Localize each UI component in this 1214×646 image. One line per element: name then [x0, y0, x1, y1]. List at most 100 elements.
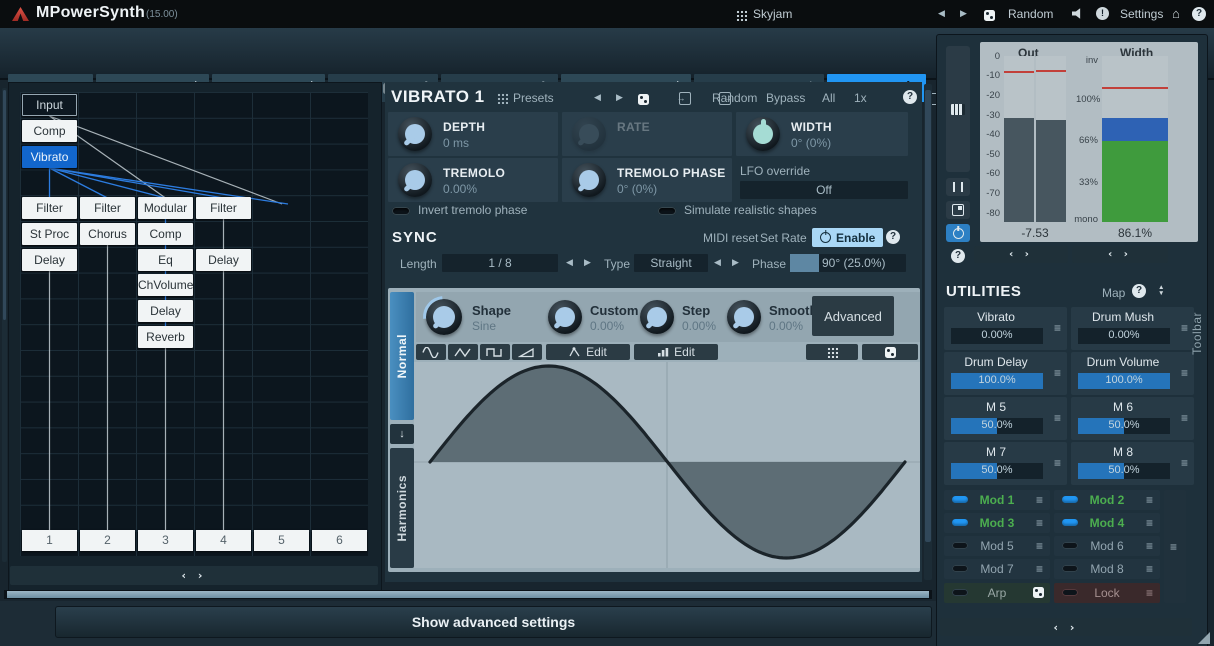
- matrix-hscroll-button[interactable]: ‹ ›: [10, 566, 378, 585]
- midi-reset-button[interactable]: MIDI reset: [703, 231, 758, 245]
- custom-knob[interactable]: [548, 300, 582, 334]
- help-icon[interactable]: ?: [886, 230, 900, 244]
- depth-knob[interactable]: [398, 117, 432, 151]
- lock-row[interactable]: Lock≡: [1054, 583, 1160, 603]
- node-eq[interactable]: Eq: [138, 249, 193, 271]
- scrollbar-thumb[interactable]: [3, 90, 6, 320]
- shape-knob[interactable]: [426, 299, 462, 335]
- slider-track[interactable]: 50.0%: [951, 418, 1043, 434]
- layout-button[interactable]: [946, 201, 970, 219]
- mod-7-row[interactable]: Mod 7≡: [944, 559, 1050, 579]
- dice-icon[interactable]: [638, 94, 649, 105]
- menu-icon[interactable]: ≡: [1036, 562, 1043, 576]
- resize-handle[interactable]: [1198, 632, 1210, 644]
- menu-icon[interactable]: ≡: [1181, 321, 1188, 335]
- mod-5-row[interactable]: Mod 5≡: [944, 536, 1050, 556]
- menu-icon[interactable]: ≡: [1146, 562, 1153, 576]
- node-chvolume[interactable]: ChVolume: [138, 274, 193, 296]
- slider-track[interactable]: 50.0%: [1078, 418, 1170, 434]
- preset-name[interactable]: Skyjam: [753, 7, 792, 21]
- tab-harmonics[interactable]: Harmonics: [390, 448, 414, 568]
- node-delay[interactable]: Delay: [196, 249, 251, 271]
- invert-tremolo-toggle[interactable]: [392, 207, 410, 215]
- output-slot-3[interactable]: 3: [138, 530, 193, 551]
- menu-icon[interactable]: ≡: [1146, 516, 1153, 530]
- step-knob[interactable]: [640, 300, 674, 334]
- node-comp[interactable]: Comp: [22, 120, 77, 142]
- edit-envelope-button[interactable]: Edit: [546, 344, 630, 360]
- sync-enable-button[interactable]: Enable: [812, 228, 883, 247]
- phase-slider[interactable]: 90° (25.0%): [790, 254, 906, 272]
- presets-grid-icon[interactable]: [497, 93, 508, 107]
- saw-shape-button[interactable]: [512, 344, 542, 360]
- lfo-override-dropdown[interactable]: Off: [740, 181, 908, 199]
- output-slot-6[interactable]: 6: [312, 530, 367, 551]
- menu-icon[interactable]: ≡: [1036, 539, 1043, 553]
- dice-icon[interactable]: [1033, 587, 1044, 598]
- node-chorus[interactable]: Chorus: [80, 223, 135, 245]
- multiplier-button[interactable]: 1x: [854, 91, 867, 105]
- all-button[interactable]: All: [822, 91, 835, 105]
- length-value-box[interactable]: 1 / 8: [442, 254, 558, 272]
- width-knob[interactable]: [746, 117, 780, 151]
- mod-4-row[interactable]: Mod 4≡: [1054, 513, 1160, 533]
- advanced-button[interactable]: Advanced: [812, 296, 894, 336]
- rate-knob[interactable]: [572, 117, 606, 151]
- slider-track[interactable]: 50.0%: [1078, 463, 1170, 479]
- triangle-shape-button[interactable]: [448, 344, 478, 360]
- output-slot-5[interactable]: 5: [254, 530, 309, 551]
- home-icon[interactable]: ⌂: [1172, 7, 1180, 20]
- simulate-shapes-toggle[interactable]: [658, 207, 676, 215]
- waveform-display[interactable]: [414, 362, 920, 568]
- length-next-button[interactable]: ▶: [584, 257, 591, 268]
- preset-grid-icon[interactable]: [736, 8, 747, 26]
- prev-button[interactable]: ◀: [594, 92, 601, 103]
- node-delay[interactable]: Delay: [22, 249, 77, 271]
- random-button[interactable]: Random: [1008, 7, 1053, 21]
- next-button[interactable]: ▶: [616, 92, 623, 103]
- type-prev-button[interactable]: ◀: [714, 257, 721, 268]
- menu-icon[interactable]: ≡: [1181, 411, 1188, 425]
- node-delay[interactable]: Delay: [138, 300, 193, 322]
- next-preset-button[interactable]: ▶: [960, 8, 967, 19]
- output-slot-4[interactable]: 4: [196, 530, 251, 551]
- tremolo-phase-knob[interactable]: [572, 163, 606, 197]
- matrix-vertical-scrollbar[interactable]: [2, 88, 7, 562]
- toolbar-scroll-button[interactable]: ‹ ›: [940, 618, 1192, 636]
- help-icon[interactable]: ?: [903, 90, 917, 104]
- node-vibrato-selected[interactable]: Vibrato: [22, 146, 77, 168]
- sine-shape-button[interactable]: [416, 344, 446, 360]
- mod-8-row[interactable]: Mod 8≡: [1054, 559, 1160, 579]
- square-shape-button[interactable]: [480, 344, 510, 360]
- help-icon[interactable]: ?: [1132, 284, 1146, 298]
- bypass-button[interactable]: Bypass: [766, 91, 805, 105]
- menu-icon[interactable]: ≡: [1181, 456, 1188, 470]
- menu-icon[interactable]: ≡: [1036, 516, 1043, 530]
- help-icon[interactable]: ?: [1192, 7, 1206, 21]
- shape-collapse-button[interactable]: ↓: [390, 424, 414, 444]
- mod-column-menu[interactable]: ≡: [1164, 490, 1186, 603]
- output-slot-1[interactable]: 1: [22, 530, 77, 551]
- simulate-shapes-label[interactable]: Simulate realistic shapes: [684, 203, 817, 217]
- paste-icon[interactable]: [679, 92, 691, 105]
- invert-tremolo-label[interactable]: Invert tremolo phase: [418, 203, 527, 217]
- slider-track[interactable]: 0.00%: [1078, 328, 1170, 344]
- scrollbar-thumb[interactable]: [925, 90, 931, 542]
- node-comp[interactable]: Comp: [138, 223, 193, 245]
- slider-track[interactable]: 100.0%: [1078, 373, 1170, 389]
- type-value-box[interactable]: Straight: [634, 254, 708, 272]
- output-slot-2[interactable]: 2: [80, 530, 135, 551]
- smooth-knob[interactable]: [727, 300, 761, 334]
- menu-icon[interactable]: ≡: [1054, 366, 1061, 380]
- node-filter[interactable]: Filter: [22, 197, 77, 219]
- slider-track[interactable]: 100.0%: [951, 373, 1043, 389]
- menu-icon[interactable]: ≡: [1146, 493, 1153, 507]
- node-filter[interactable]: Filter: [80, 197, 135, 219]
- node-stproc[interactable]: St Proc: [22, 223, 77, 245]
- menu-icon[interactable]: ≡: [1181, 366, 1188, 380]
- dice-icon[interactable]: [984, 10, 995, 21]
- mod-6-row[interactable]: Mod 6≡: [1054, 536, 1160, 556]
- pause-button[interactable]: [946, 178, 970, 196]
- set-rate-button[interactable]: Set Rate: [760, 231, 807, 245]
- menu-icon[interactable]: ≡: [1054, 411, 1061, 425]
